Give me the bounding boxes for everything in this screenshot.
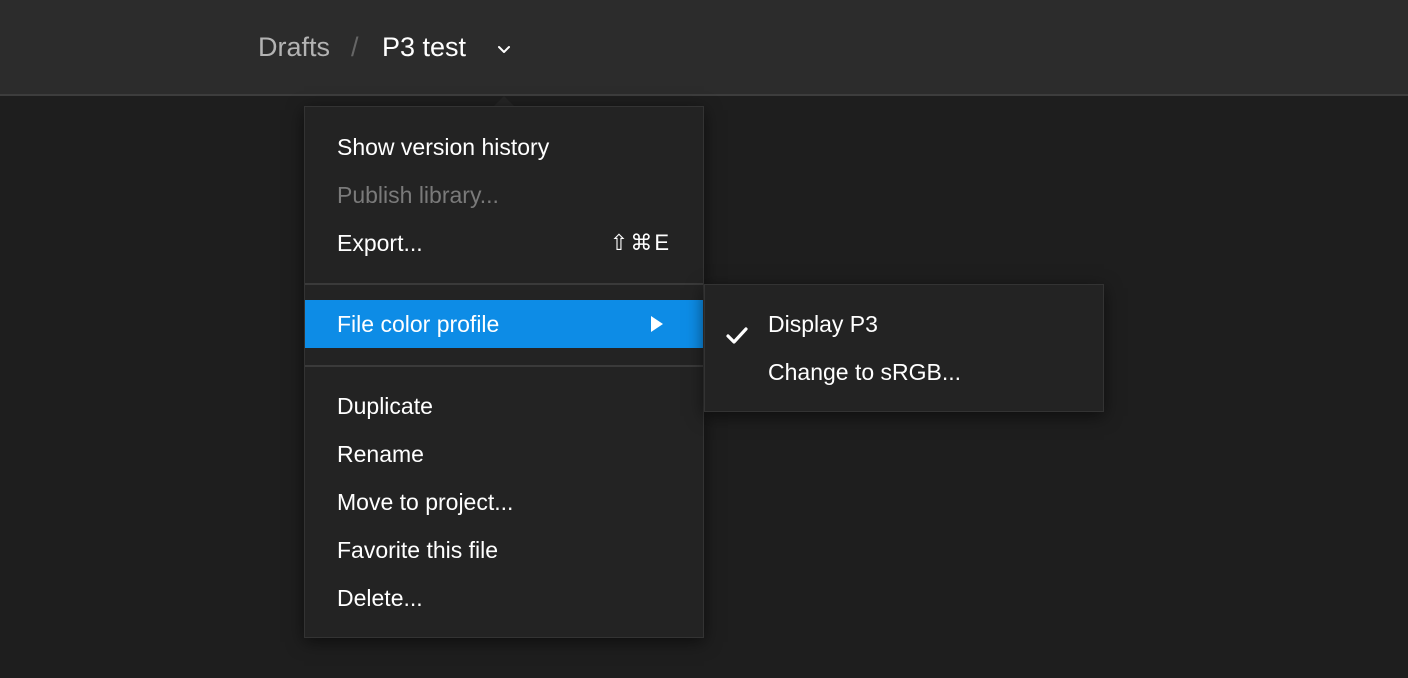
menu-item-label: Delete... — [337, 585, 423, 611]
menu-divider — [305, 283, 703, 285]
submenu-item-change-to-srgb[interactable]: Change to sRGB... — [705, 348, 1103, 396]
menu-item-label: Favorite this file — [337, 537, 499, 563]
submenu-item-display-p3[interactable]: Display P3 — [705, 300, 1103, 348]
menu-item-favorite-this-file[interactable]: Favorite this file — [305, 526, 703, 574]
menu-item-label: Rename — [337, 441, 424, 467]
submenu-item-label: Display P3 — [768, 311, 878, 337]
menu-item-move-to-project[interactable]: Move to project... — [305, 478, 703, 526]
menu-item-duplicate[interactable]: Duplicate — [305, 382, 703, 430]
menu-item-publish-library: Publish library... — [305, 171, 703, 219]
color-profile-submenu: Display P3 Change to sRGB... — [704, 284, 1104, 412]
menu-item-label: Show version history — [337, 134, 550, 160]
menu-item-label: Duplicate — [337, 393, 433, 419]
breadcrumb-separator: / — [351, 32, 359, 62]
file-menu: Show version history Publish library... … — [304, 106, 704, 638]
triangle-right-icon — [651, 316, 663, 332]
checkmark-icon — [725, 314, 749, 344]
menu-divider — [305, 365, 703, 367]
menu-item-label: Export... — [337, 230, 423, 256]
menu-item-label: Publish library... — [337, 182, 499, 208]
breadcrumb-drafts[interactable]: Drafts — [258, 29, 330, 65]
menu-item-label: File color profile — [337, 311, 500, 337]
menu-item-delete[interactable]: Delete... — [305, 574, 703, 622]
chevron-down-icon[interactable] — [494, 40, 514, 60]
breadcrumb-file-name[interactable]: P3 test — [382, 29, 466, 65]
submenu-item-label: Change to sRGB... — [768, 359, 962, 385]
menu-item-file-color-profile[interactable]: File color profile — [305, 300, 703, 348]
export-shortcut: ⇧⌘E — [609, 230, 671, 255]
menu-item-label: Move to project... — [337, 489, 514, 515]
top-bar: Drafts / P3 test — [0, 0, 1408, 96]
menu-item-export[interactable]: Export... ⇧⌘E — [305, 219, 703, 267]
menu-caret — [494, 96, 514, 106]
menu-item-rename[interactable]: Rename — [305, 430, 703, 478]
menu-item-show-version-history[interactable]: Show version history — [305, 123, 703, 171]
